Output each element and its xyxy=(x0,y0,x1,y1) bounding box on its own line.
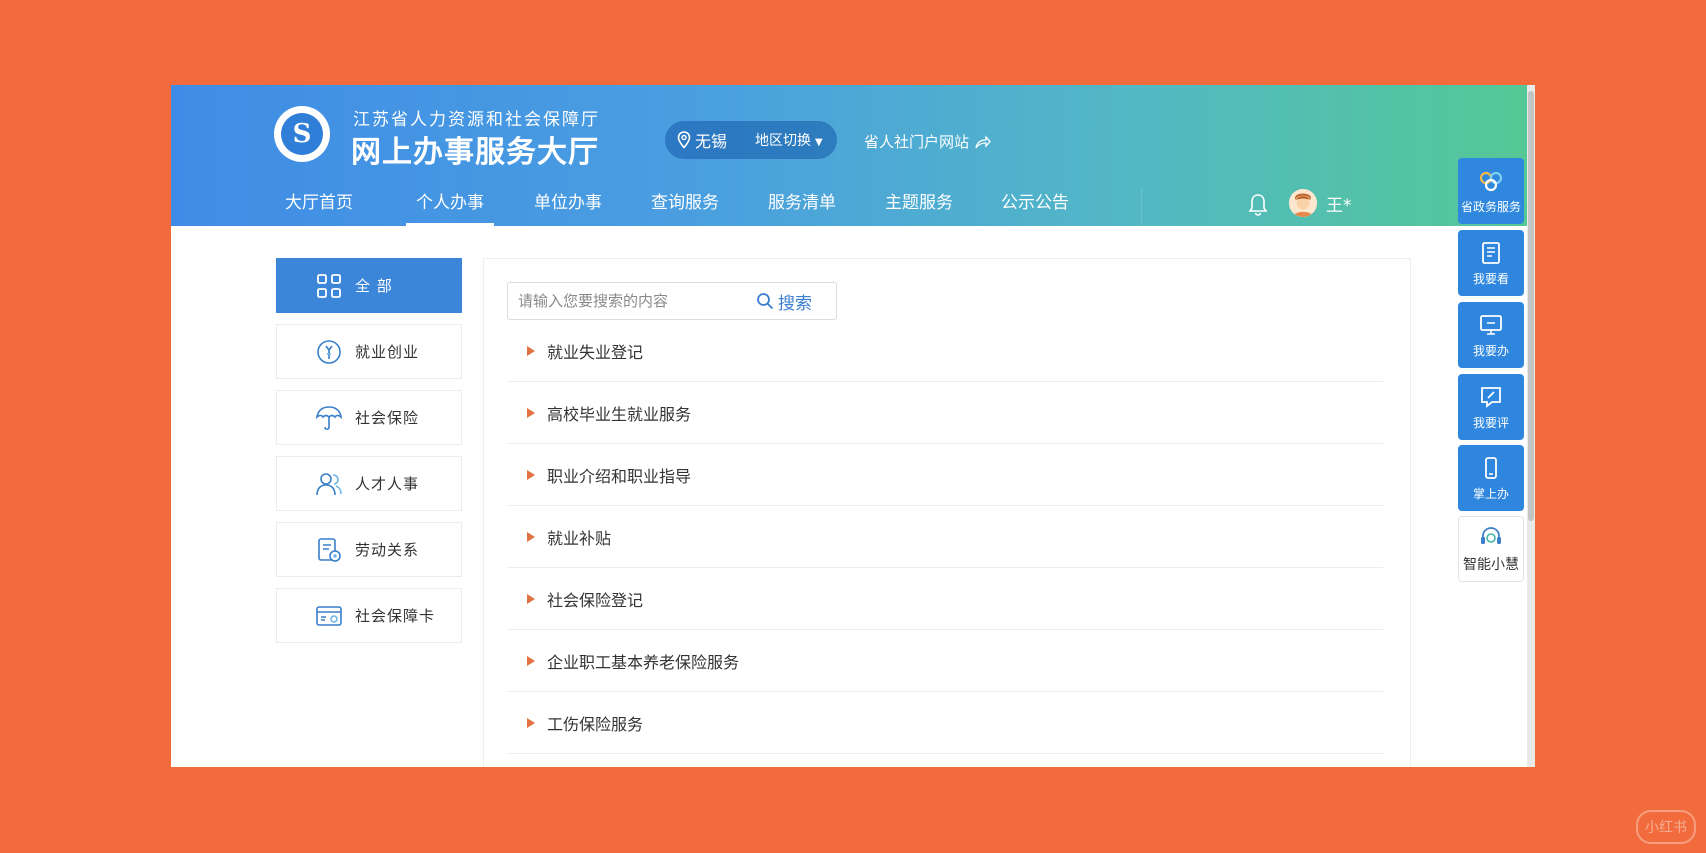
search-input[interactable] xyxy=(516,285,756,317)
caret-down-icon: ▼ xyxy=(815,137,823,148)
page-scrollbar[interactable] xyxy=(1527,85,1535,767)
service-category-panel: 搜索 就业失业登记 高校毕业生就业服务 职业介绍和职业指导 就业补贴 社会保险登… xyxy=(483,258,1411,767)
category-label: 职业介绍和职业指导 xyxy=(547,466,692,486)
logo-emblem-icon: S xyxy=(281,113,323,155)
sidebar-item-label: 劳动关系 xyxy=(355,541,420,559)
sidebar-item-label: 全 部 xyxy=(355,277,393,295)
sidebar-item-label: 社会保险 xyxy=(355,409,420,427)
category-item[interactable]: 就业失业登记 xyxy=(507,320,1383,382)
browser-page: S 江苏省人力资源和社会保障厅 网上办事服务大厅 无锡 地区切换 ▼ 省人社门户网… xyxy=(171,85,1535,767)
umbrella-icon xyxy=(315,405,343,430)
sidebar-item-social-insurance[interactable]: 社会保险 xyxy=(276,390,462,445)
watermark-logo: 小红书 xyxy=(1636,810,1696,844)
nav-theme-services[interactable]: 主题服务 xyxy=(885,188,953,226)
nav-hall-home[interactable]: 大厅首页 xyxy=(285,188,353,226)
document-icon xyxy=(318,537,341,562)
float-label: 我要办 xyxy=(1472,343,1509,358)
float-label: 省政务服务 xyxy=(1460,199,1521,214)
triangle-right-icon xyxy=(527,593,535,604)
site-title: 网上办事服务大厅 xyxy=(351,135,599,170)
nav-query-services[interactable]: 查询服务 xyxy=(651,188,719,226)
nav-divider xyxy=(1141,188,1142,226)
people-icon xyxy=(316,472,342,495)
current-region: 无锡 xyxy=(695,132,728,151)
search-button-label: 搜索 xyxy=(778,293,812,314)
region-switch-label: 地区切换 xyxy=(755,133,812,149)
float-label: 智能小慧 xyxy=(1463,557,1519,573)
sidebar-item-employment[interactable]: 就业创业 xyxy=(276,324,462,379)
category-item[interactable]: 工伤保险服务 xyxy=(507,692,1383,754)
triangle-right-icon xyxy=(527,655,535,666)
sidebar-item-all[interactable]: 全 部 xyxy=(276,258,462,313)
category-label: 企业职工基本养老保险服务 xyxy=(547,652,740,672)
employment-icon xyxy=(317,339,341,364)
bell-icon[interactable] xyxy=(1247,193,1269,217)
triangle-right-icon xyxy=(527,531,535,542)
search-button[interactable]: 搜索 xyxy=(756,289,812,314)
search-icon xyxy=(757,293,773,309)
user-name[interactable]: 王* xyxy=(1326,191,1352,216)
sidebar-item-label: 就业创业 xyxy=(355,343,420,361)
triangle-right-icon xyxy=(527,717,535,728)
grid-icon xyxy=(317,273,341,298)
category-label: 就业补贴 xyxy=(547,528,612,548)
nav-announcements[interactable]: 公示公告 xyxy=(1001,188,1069,226)
float-label: 我要看 xyxy=(1472,271,1509,286)
category-item[interactable]: 职业介绍和职业指导 xyxy=(507,444,1383,506)
sidebar-item-talent-personnel[interactable]: 人才人事 xyxy=(276,456,462,511)
float-label: 我要评 xyxy=(1472,415,1509,430)
float-handle[interactable]: 我要办 xyxy=(1458,302,1524,368)
region-switch-button[interactable]: 地区切换 ▼ xyxy=(755,130,823,150)
nav-unit-services[interactable]: 单位办事 xyxy=(534,188,602,226)
avatar-person-icon xyxy=(1289,189,1317,217)
notebook-icon xyxy=(1482,241,1500,264)
monitor-icon xyxy=(1480,314,1502,335)
category-item[interactable]: 高校毕业生就业服务 xyxy=(507,382,1383,444)
category-label: 高校毕业生就业服务 xyxy=(547,404,692,424)
scrollbar-thumb[interactable] xyxy=(1528,91,1534,521)
float-view[interactable]: 我要看 xyxy=(1458,230,1524,296)
category-item[interactable]: 社会保险登记 xyxy=(507,568,1383,630)
sidebar-item-label: 人才人事 xyxy=(355,475,420,493)
triangle-right-icon xyxy=(527,407,535,418)
card-icon xyxy=(316,605,342,626)
sidebar-item-labor-relations[interactable]: 劳动关系 xyxy=(276,522,462,577)
triangle-right-icon xyxy=(527,469,535,480)
nav-personal-services[interactable]: 个人办事 xyxy=(406,188,494,226)
category-label: 社会保险登记 xyxy=(547,590,644,610)
category-item[interactable]: 就业补贴 xyxy=(507,506,1383,568)
sidebar-item-label: 社会保障卡 xyxy=(355,607,436,625)
float-gov-service[interactable]: 省政务服务 xyxy=(1458,158,1524,224)
phone-icon xyxy=(1485,456,1497,479)
portal-link-label: 省人社门户网站 xyxy=(864,133,970,151)
location-pin-icon xyxy=(677,131,691,149)
share-arrow-icon xyxy=(975,134,991,148)
user-avatar[interactable] xyxy=(1289,189,1317,217)
category-item[interactable]: 企业职工基本养老保险服务 xyxy=(507,630,1383,692)
float-smart-assistant[interactable]: 智能小慧 xyxy=(1458,516,1524,582)
portal-link[interactable]: 省人社门户网站 xyxy=(864,131,991,152)
edit-icon xyxy=(1481,386,1501,408)
headset-icon xyxy=(1481,527,1501,544)
region-selector[interactable]: 无锡 地区切换 ▼ xyxy=(665,121,837,159)
float-mobile[interactable]: 掌上办 xyxy=(1458,445,1524,511)
site-header: S 江苏省人力资源和社会保障厅 网上办事服务大厅 无锡 地区切换 ▼ 省人社门户网… xyxy=(171,85,1527,226)
triangle-right-icon xyxy=(527,345,535,356)
main-nav: 大厅首页 个人办事 单位办事 查询服务 服务清单 主题服务 公示公告 王* xyxy=(171,188,1527,226)
sidebar-item-social-security-card[interactable]: 社会保障卡 xyxy=(276,588,462,643)
nav-service-list[interactable]: 服务清单 xyxy=(768,188,836,226)
float-evaluate[interactable]: 我要评 xyxy=(1458,374,1524,440)
float-label: 掌上办 xyxy=(1472,486,1509,501)
category-label: 工伤保险服务 xyxy=(547,714,644,734)
category-label: 就业失业登记 xyxy=(547,342,644,362)
gov-service-icon xyxy=(1479,171,1503,191)
site-logo[interactable]: S xyxy=(274,106,330,162)
search-bar: 搜索 xyxy=(507,282,837,320)
